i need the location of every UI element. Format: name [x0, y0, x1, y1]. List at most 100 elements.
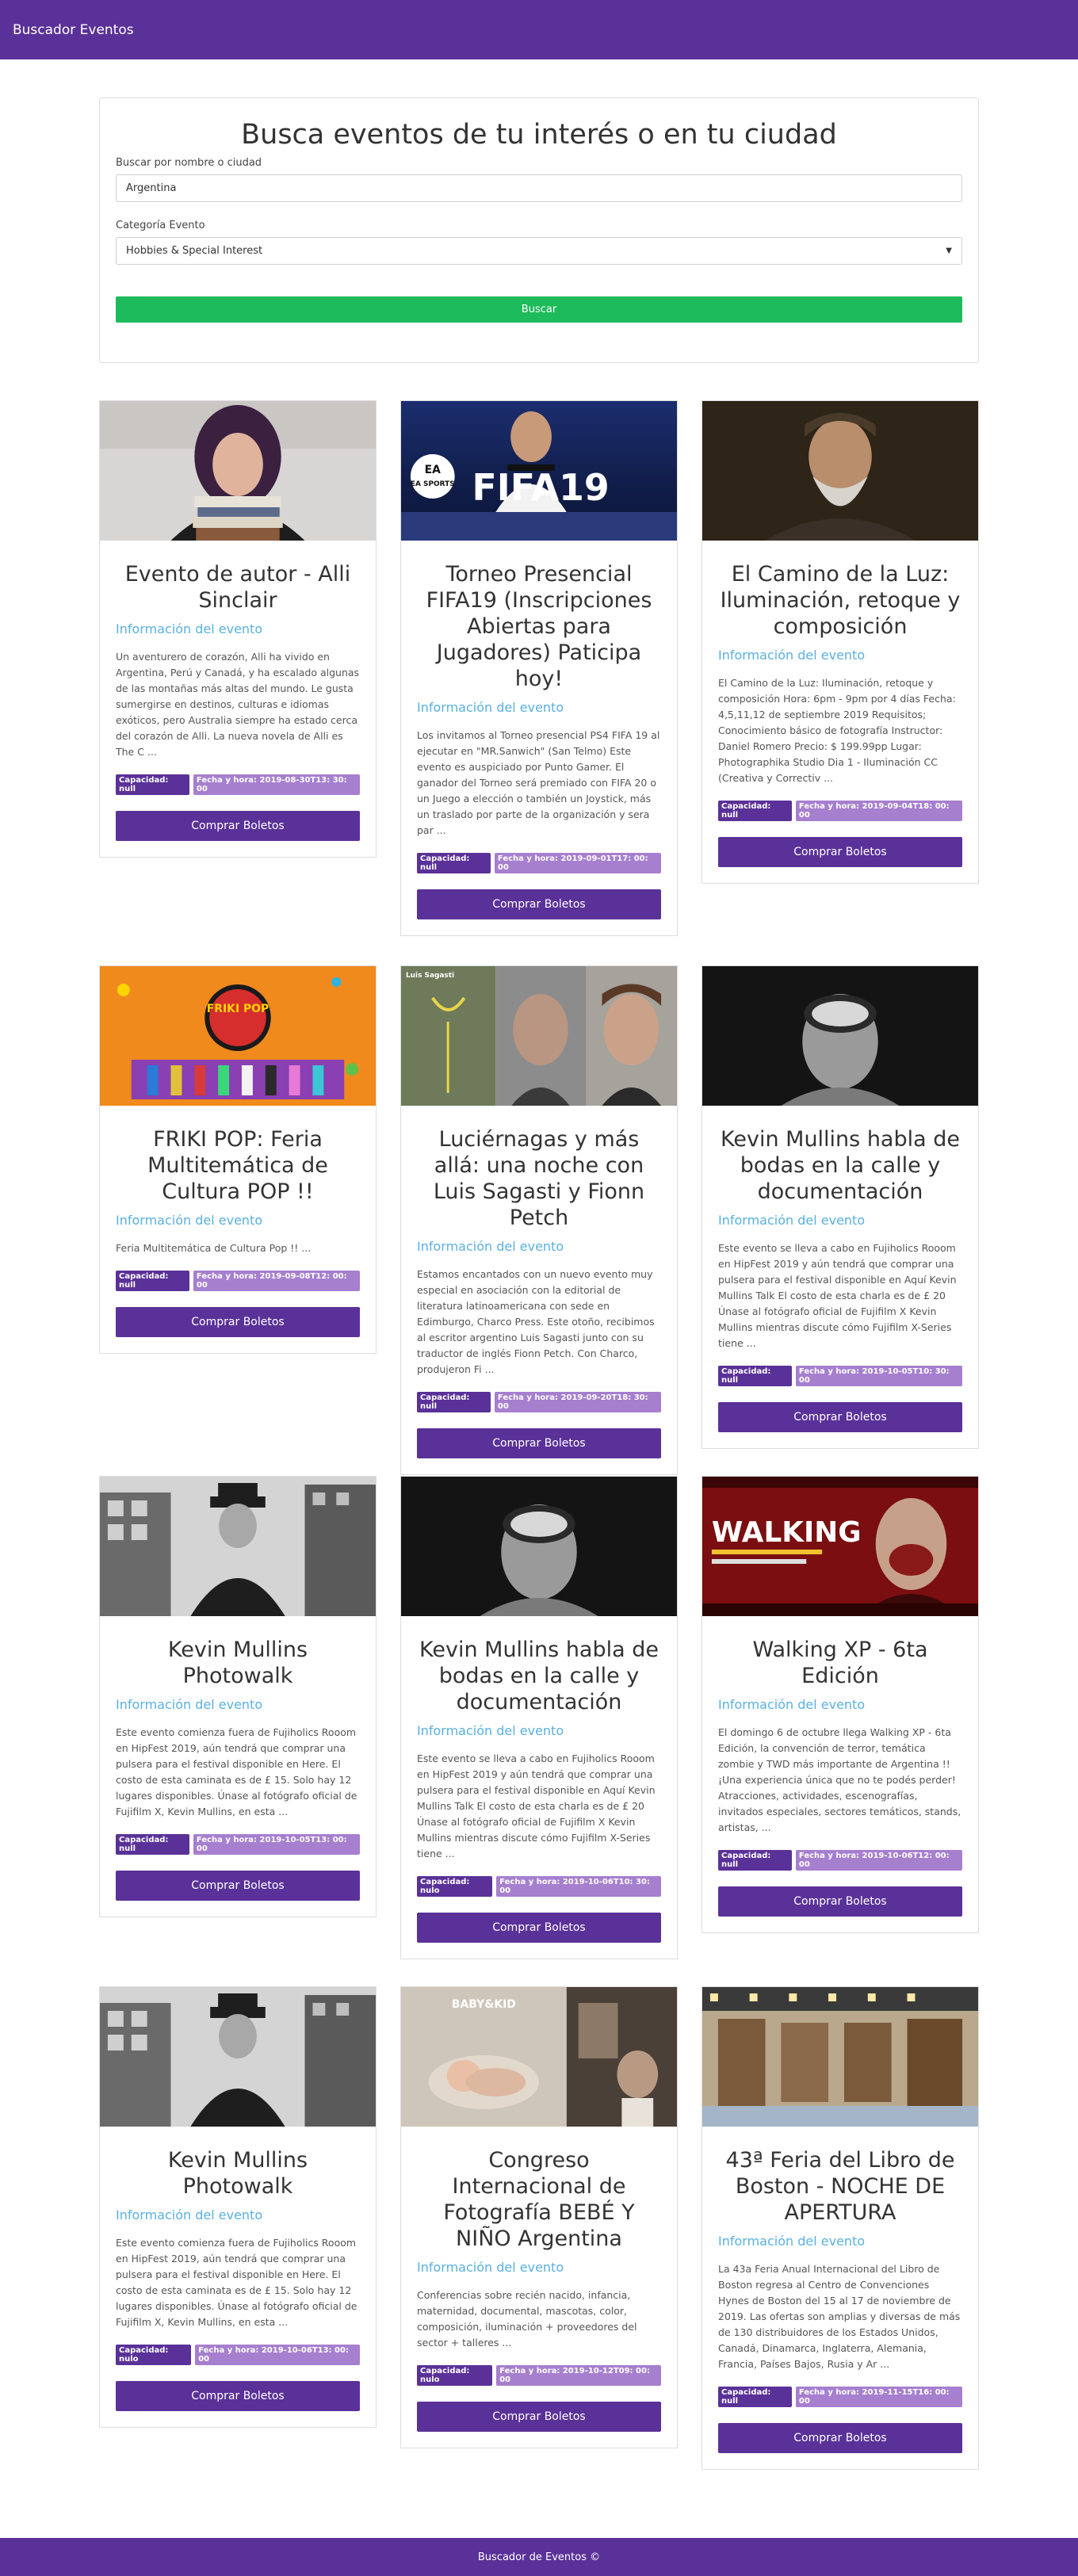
datetime-badge: Fecha y hora: 2019-10-06T13: 00: 00 [195, 2345, 360, 2365]
event-title: Congreso Internacional de Fotografía BEB… [443, 2148, 635, 2251]
capacity-badge: Capacidad: null [718, 2387, 792, 2407]
event-info-link[interactable]: Información del evento [116, 2207, 360, 2222]
event-image [401, 1477, 677, 1616]
name-search-value: Argentina [126, 182, 177, 194]
event-title: Kevin Mullins habla de bodas en la calle… [721, 1127, 960, 1204]
event-card: Kevin Mullins Photowalk Información del … [99, 1986, 377, 2428]
event-info-link[interactable]: Información del evento [116, 1697, 360, 1712]
buy-tickets-button[interactable]: Comprar Boletos [116, 1871, 360, 1901]
event-title: 43ª Feria del Libro de Boston - NOCHE DE… [725, 2148, 955, 2225]
datetime-badge: Fecha y hora: 2019-09-08T12: 00: 00 [193, 1271, 360, 1291]
footer: Buscador de Eventos © [0, 2538, 1078, 2576]
event-info-link[interactable]: Información del evento [718, 1697, 962, 1712]
datetime-badge: Fecha y hora: 2019-10-05T13: 00: 00 [193, 1834, 360, 1855]
category-select[interactable]: Hobbies & Special Interest ▼ [116, 237, 962, 265]
event-description: La 43a Feria Anual Internacional del Lib… [718, 2263, 961, 2370]
event-description: El domingo 6 de octubre llega Walking XP… [718, 1726, 961, 1833]
event-card: Luis Sagasti Luciérnagas y más allá: una… [400, 965, 678, 1475]
brand-link[interactable]: Buscador Eventos [13, 22, 134, 38]
event-image [702, 966, 978, 1106]
event-image: BABY&KID [401, 1987, 677, 2127]
event-description: Un aventurero de corazón, Alli ha vivido… [116, 651, 360, 758]
category-label: Categoría Evento [116, 220, 205, 231]
buy-tickets-button[interactable]: Comprar Boletos [718, 837, 962, 867]
event-description: Conferencias sobre recién nacido, infanc… [417, 2289, 637, 2349]
event-card: Kevin Mullins habla de bodas en la calle… [701, 965, 979, 1449]
capacity-badge: Capacidad: null [718, 1366, 792, 1386]
event-card: Evento de autor - Alli Sinclair Informac… [99, 400, 377, 858]
search-heading: Busca eventos de tu interés o en tu ciud… [241, 119, 837, 151]
datetime-badge: Fecha y hora: 2019-09-20T18: 30: 00 [494, 1392, 661, 1412]
datetime-badge: Fecha y hora: 2019-09-04T18: 00: 00 [795, 801, 962, 821]
event-card: FRIKI POP FRIKI POP: Feria Multitemática… [99, 965, 377, 1354]
event-image [702, 401, 978, 541]
event-info-link[interactable]: Información del evento [718, 648, 962, 663]
datetime-badge: Fecha y hora: 2019-10-06T12: 00: 00 [795, 1850, 962, 1871]
datetime-badge: Fecha y hora: 2019-08-30T13: 30: 00 [193, 774, 360, 795]
event-image: Luis Sagasti [401, 966, 677, 1106]
event-info-link[interactable]: Información del evento [417, 1723, 661, 1738]
buy-tickets-button[interactable]: Comprar Boletos [417, 2402, 661, 2432]
event-info-link[interactable]: Información del evento [417, 700, 661, 715]
capacity-badge: Capacidad: nulo [417, 1876, 493, 1897]
svg-text:EA: EA [425, 464, 441, 476]
event-info-link[interactable]: Información del evento [116, 1213, 360, 1228]
datetime-badge: Fecha y hora: 2019-10-05T10: 30: 00 [795, 1366, 962, 1386]
event-info-link[interactable]: Información del evento [417, 2260, 661, 2275]
event-description: El Camino de la Luz: Iluminación, retoqu… [718, 677, 956, 784]
event-info-link[interactable]: Información del evento [417, 1239, 661, 1254]
event-card: EA EA SPORTS FIFA19 Torneo Presencial FI… [400, 400, 678, 936]
name-search-input[interactable]: Argentina [116, 174, 962, 202]
event-description: Este evento se lleva a cabo en Fujiholic… [718, 1242, 957, 1349]
buy-tickets-button[interactable]: Comprar Boletos [417, 1913, 661, 1943]
capacity-badge: Capacidad: null [417, 1392, 491, 1412]
navbar: Buscador Eventos [0, 0, 1078, 59]
event-title: Evento de autor - Alli Sinclair [124, 562, 351, 613]
buy-tickets-button[interactable]: Comprar Boletos [116, 1307, 360, 1337]
event-card: Kevin Mullins Photowalk Información del … [99, 1476, 377, 1917]
event-title: Kevin Mullins Photowalk [167, 1638, 308, 1688]
event-description: Feria Multitemática de Cultura Pop !! ..… [116, 1242, 312, 1254]
walking-logo-text: WALKING [712, 1516, 862, 1549]
capacity-badge: Capacidad: null [417, 853, 491, 873]
category-value: Hobbies & Special Interest [126, 245, 263, 257]
friki-logo-text: FRIKI POP [207, 1003, 269, 1015]
search-button[interactable]: Buscar [116, 296, 962, 323]
event-image: EA EA SPORTS FIFA19 [401, 401, 677, 541]
event-title: Luciérnagas y más allá: una noche con Lu… [433, 1127, 645, 1230]
event-info-link[interactable]: Información del evento [718, 1213, 962, 1228]
name-label: Buscar por nombre o ciudad [116, 157, 262, 169]
event-image [100, 1477, 376, 1616]
datetime-badge: Fecha y hora: 2019-10-06T10: 30: 00 [496, 1876, 661, 1897]
capacity-badge: Capacidad: null [116, 1271, 189, 1291]
event-image [100, 401, 376, 541]
capacity-badge: Capacidad: nulo [116, 2345, 192, 2365]
event-card: El Camino de la Luz: Iluminación, retoqu… [701, 400, 979, 884]
event-title: FRIKI POP: Feria Multitemática de Cultur… [147, 1127, 328, 1204]
datetime-badge: Fecha y hora: 2019-10-12T09: 00: 00 [496, 2365, 661, 2386]
event-description: Este evento comienza fuera de Fujiholics… [116, 1726, 357, 1817]
datetime-badge: Fecha y hora: 2019-09-01T17: 00: 00 [494, 853, 661, 873]
event-title: El Camino de la Luz: Iluminación, retoqu… [720, 562, 961, 639]
book-author-text: Luis Sagasti [406, 972, 454, 980]
buy-tickets-button[interactable]: Comprar Boletos [116, 2381, 360, 2411]
event-card: BABY&KID Congreso Internacional de Fotog… [400, 1986, 678, 2448]
buy-tickets-button[interactable]: Comprar Boletos [718, 2423, 962, 2453]
chevron-down-icon: ▼ [946, 247, 952, 255]
capacity-badge: Capacidad: nulo [417, 2365, 493, 2386]
event-description: Este evento se lleva a cabo en Fujiholic… [417, 1752, 656, 1859]
ea-logo-text: EA SPORTS [411, 480, 455, 488]
buy-tickets-button[interactable]: Comprar Boletos [417, 889, 661, 919]
buy-tickets-button[interactable]: Comprar Boletos [417, 1428, 661, 1458]
buy-tickets-button[interactable]: Comprar Boletos [116, 811, 360, 841]
capacity-badge: Capacidad: null [116, 1834, 189, 1855]
event-info-link[interactable]: Información del evento [718, 2234, 962, 2249]
event-title: Walking XP - 6ta Edición [752, 1638, 928, 1688]
buy-tickets-button[interactable]: Comprar Boletos [718, 1886, 962, 1917]
event-description: Estamos encantados con un nuevo evento m… [417, 1268, 655, 1375]
event-card: WALKING Walking XP - 6ta Edición Informa… [701, 1476, 979, 1933]
buy-tickets-button[interactable]: Comprar Boletos [718, 1402, 962, 1432]
capacity-badge: Capacidad: null [718, 801, 792, 821]
event-info-link[interactable]: Información del evento [116, 621, 360, 636]
event-image [100, 1987, 376, 2127]
